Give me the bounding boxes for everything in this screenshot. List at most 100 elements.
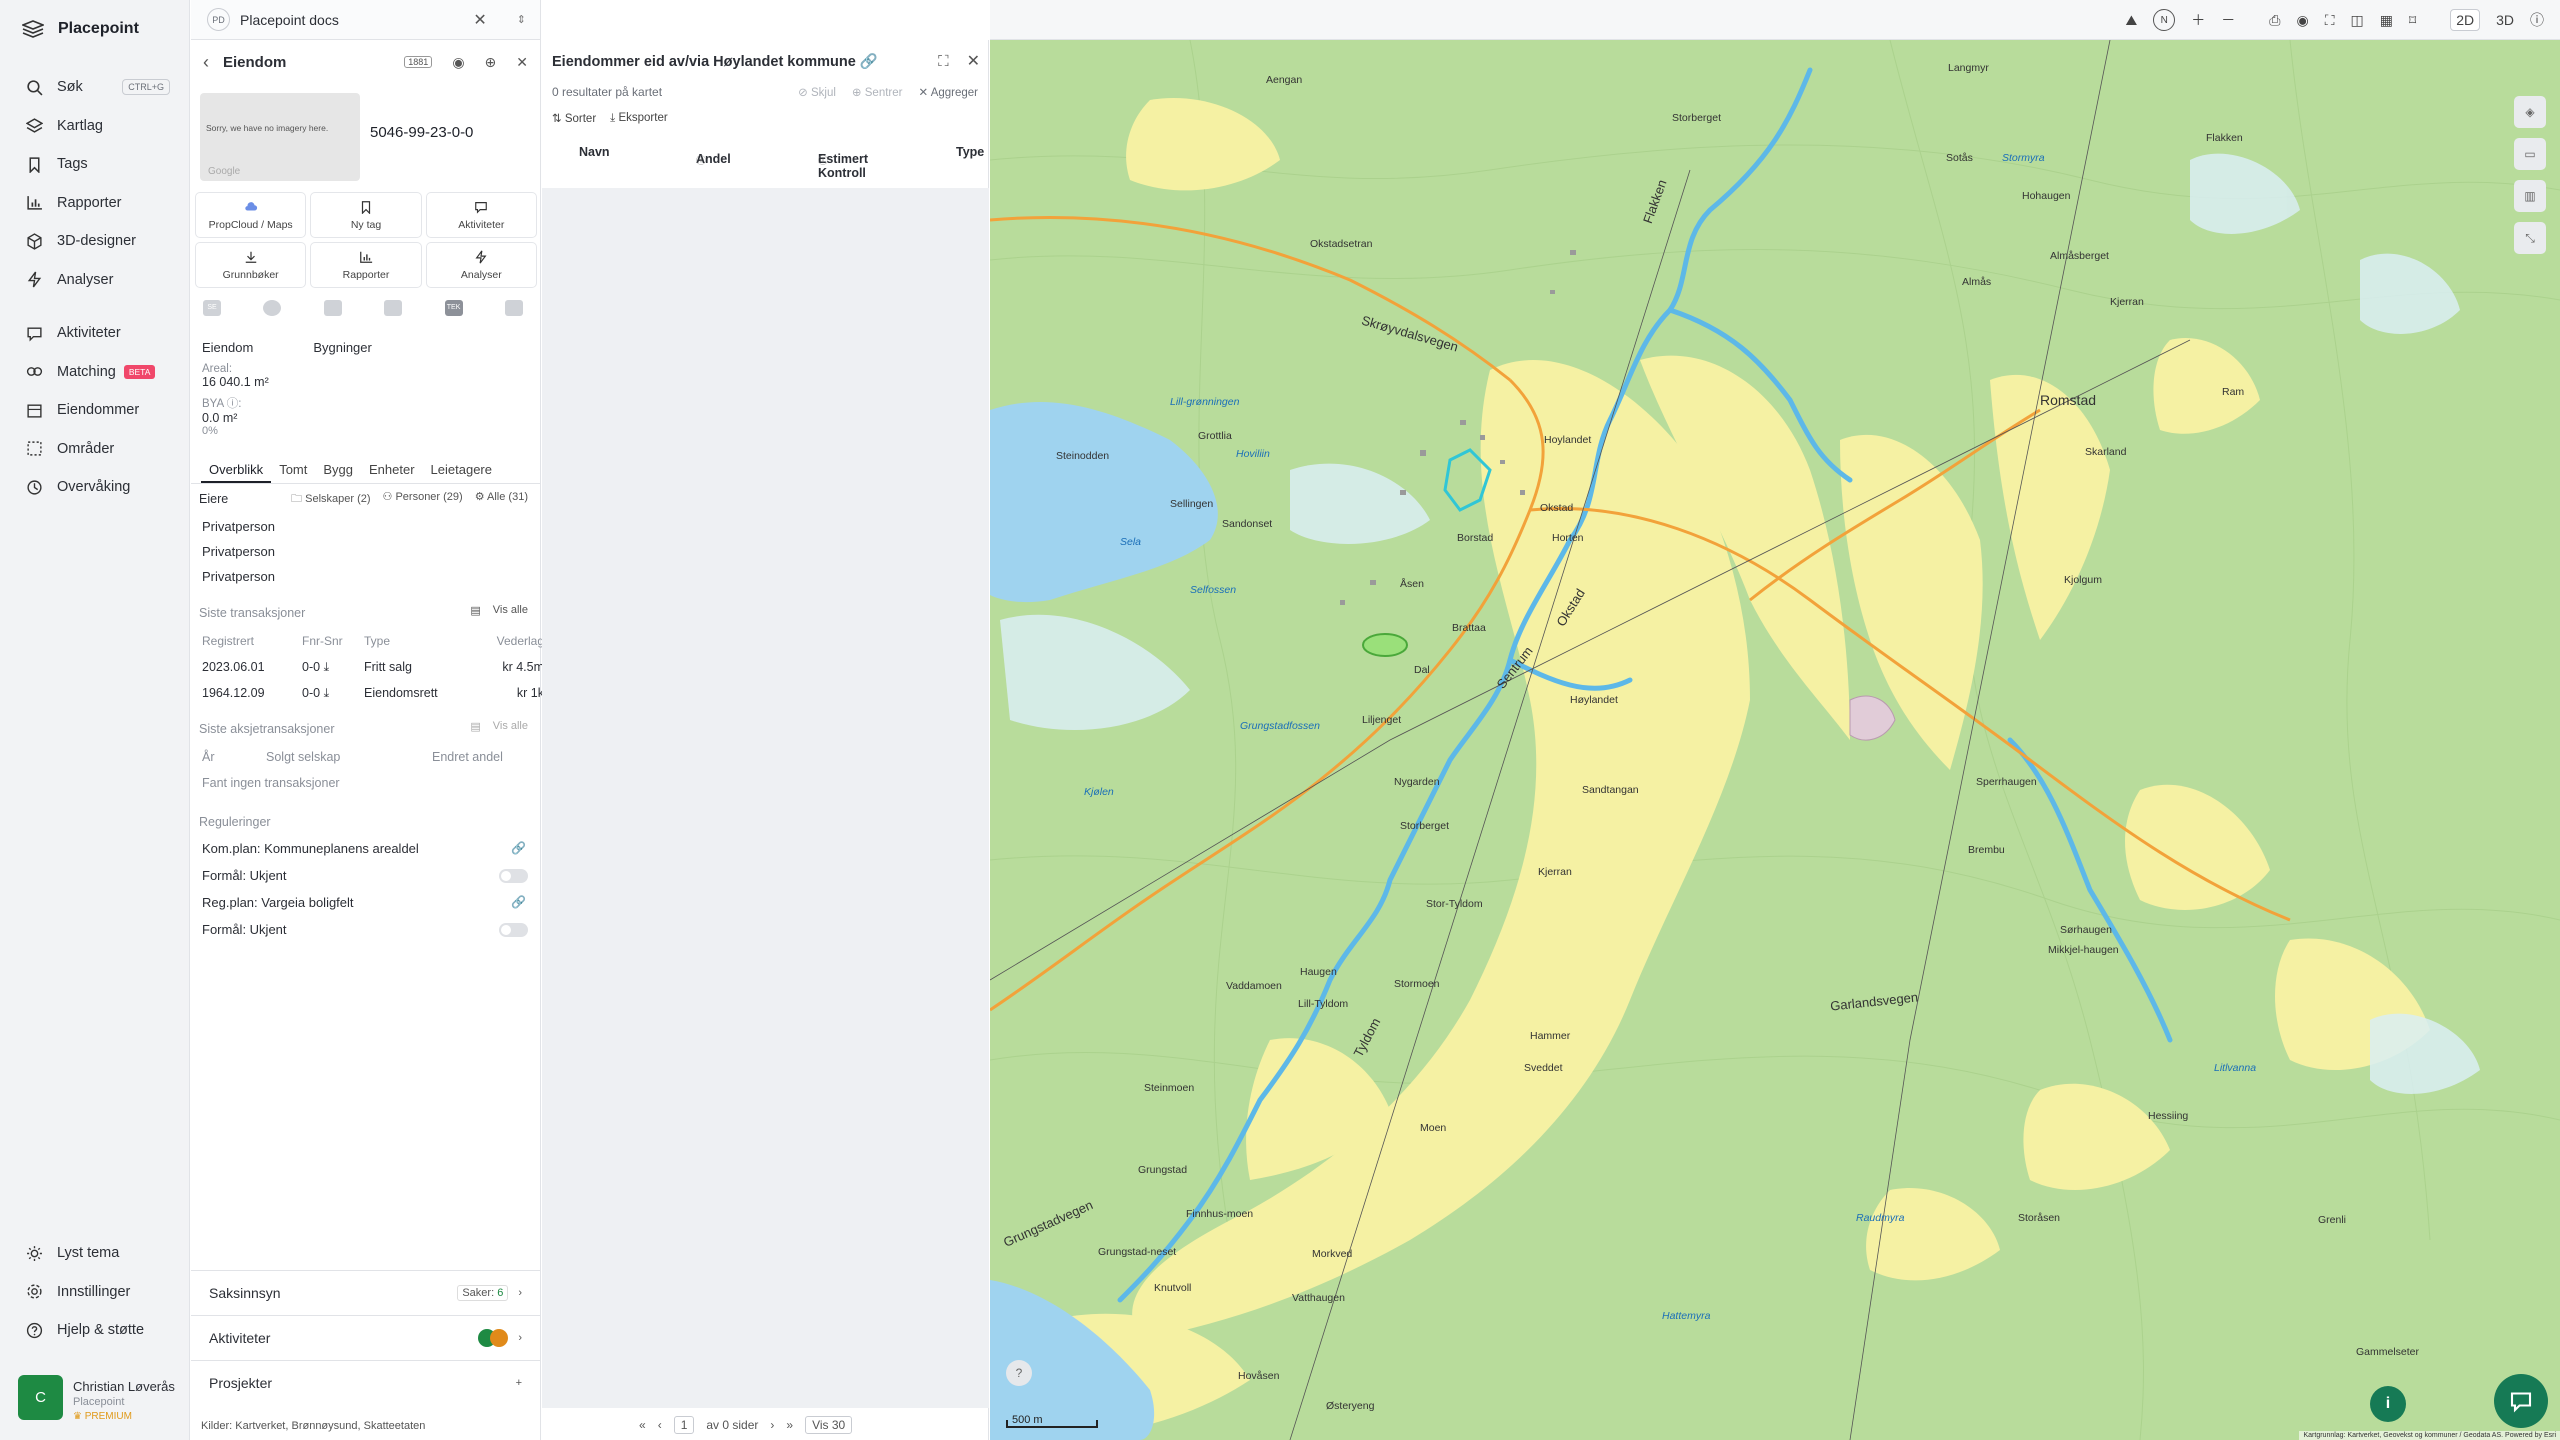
info-button[interactable]: i — [2370, 1386, 2406, 1422]
tab-overblikk[interactable]: Overblikk — [201, 458, 272, 483]
page-input[interactable]: 1 — [673, 1416, 695, 1434]
col-type[interactable]: Type — [956, 145, 984, 159]
brand[interactable]: Placepoint — [22, 20, 139, 38]
map-layers-icon[interactable]: ◈ — [2514, 96, 2546, 128]
share-show-all[interactable]: ▤ Vis alle — [470, 720, 528, 733]
sort-button[interactable]: ⇅ Sorter — [552, 111, 596, 125]
filter-persons[interactable]: ⚇ Personer (29) — [383, 490, 463, 509]
close-icon[interactable]: ✕ — [473, 10, 486, 30]
grunnboker-button[interactable]: Grunnbøker — [195, 242, 307, 288]
view-2d-button[interactable]: 2D — [2450, 9, 2481, 31]
tx-fnr[interactable]: 0-0 ⤓ — [302, 680, 364, 706]
nav-rapporter[interactable]: Rapporter — [0, 184, 190, 223]
view-3d-button[interactable]: 3D — [2496, 12, 2514, 28]
nav-overvaking[interactable]: Overvåking — [0, 468, 190, 507]
owner-row[interactable]: Privatperson — [191, 564, 540, 589]
info-icon[interactable]: ⓘ — [2530, 10, 2544, 30]
map-help-icon[interactable]: ? — [1006, 1360, 1032, 1386]
owner-row[interactable]: Privatperson — [191, 539, 540, 564]
workspace-title[interactable]: Placepoint docs — [240, 12, 463, 28]
badge-1881-icon[interactable]: 1881 — [404, 56, 433, 68]
stairs-icon[interactable] — [384, 300, 403, 316]
bookmark-icon[interactable]: ⌑ — [2409, 12, 2416, 29]
nav-innstillinger[interactable]: Innstillinger — [0, 1273, 190, 1312]
place-label: Steinmoen — [1144, 1082, 1195, 1094]
camera-icon[interactable]: ◫ — [2351, 12, 2364, 29]
eye-icon[interactable]: ◉ — [2297, 12, 2309, 29]
compass-icon[interactable]: N — [2153, 9, 2176, 31]
filter-companies[interactable]: 🗀 Selskaper (2) — [291, 490, 370, 509]
filter-all[interactable]: ⚙ Alle (31) — [475, 490, 528, 509]
first-page-icon[interactable]: « — [639, 1418, 646, 1432]
last-page-icon[interactable]: » — [786, 1418, 793, 1432]
aggregate-button[interactable]: ✕ Aggreger — [918, 85, 978, 99]
transactions-show-all[interactable]: ▤ Vis alle — [470, 604, 528, 617]
link-icon[interactable]: 🔗 — [511, 889, 526, 916]
tek-icon[interactable]: TEK — [444, 300, 463, 316]
close-icon[interactable]: ✕ — [967, 51, 980, 71]
nav-search[interactable]: Søk CTRL+G — [0, 68, 190, 107]
print-icon[interactable]: ⎙ — [2269, 12, 2280, 29]
close-icon[interactable]: ✕ — [516, 54, 528, 71]
globe-icon[interactable] — [263, 300, 282, 316]
add-project-button[interactable]: + — [516, 1377, 522, 1389]
nav-analyser[interactable]: Analyser — [0, 261, 190, 300]
col-navn[interactable]: Navn — [579, 145, 610, 159]
center-button[interactable]: ⊕ Sentrer — [852, 85, 903, 99]
tab-bygg[interactable]: Bygg — [315, 458, 361, 483]
terrain-icon[interactable]: ⛰ — [2126, 12, 2138, 29]
home-icon[interactable] — [504, 300, 523, 316]
eye-icon[interactable]: ◉ — [452, 54, 464, 71]
aktiviteter-row[interactable]: Aktiviteter › — [191, 1315, 540, 1360]
zoom-out-icon[interactable]: － — [2221, 10, 2235, 30]
nav-eiendommer[interactable]: Eiendommer — [0, 391, 190, 430]
nav-hjelp[interactable]: Hjelp & støtte — [0, 1311, 190, 1350]
map-canvas[interactable]: Langmyr Aengan Flakken Storberget Sotås … — [990, 40, 2560, 1440]
zoom-in-icon[interactable]: ＋ — [2191, 10, 2205, 30]
download-icon[interactable]: ⤓ — [324, 660, 330, 674]
user-profile[interactable]: C Christian Løverås Placepoint ♛ PREMIUM — [18, 1375, 175, 1422]
tab-leietagere[interactable]: Leietagere — [423, 458, 500, 483]
tab-tomt[interactable]: Tomt — [271, 458, 315, 483]
chat-support-button[interactable] — [2494, 1374, 2548, 1428]
nav-omrader[interactable]: Områder — [0, 430, 190, 469]
nav-tags[interactable]: Tags — [0, 145, 190, 184]
grid-icon[interactable]: ▦ — [2380, 12, 2393, 29]
expand-icon[interactable]: ⛶ — [938, 53, 949, 70]
analyser-button[interactable]: Analyser — [425, 242, 537, 288]
map-legend-icon[interactable]: ▭ — [2514, 138, 2546, 170]
rapporter-button[interactable]: Rapporter — [310, 242, 422, 288]
prev-page-icon[interactable]: ‹ — [658, 1418, 662, 1432]
nav-matching[interactable]: Matching BETA — [0, 353, 190, 392]
back-icon[interactable]: ‹ — [203, 52, 209, 73]
export-button[interactable]: ⤓ Eksporter — [610, 112, 668, 125]
map-measure-icon[interactable]: ⤡ — [2514, 222, 2546, 254]
owner-row[interactable]: Privatperson — [191, 514, 540, 539]
fullscreen-icon[interactable]: ⛶ — [2325, 12, 2335, 29]
page-size-select[interactable]: Vis 30 — [805, 1416, 853, 1434]
link-icon[interactable]: 🔗 — [511, 835, 526, 862]
next-page-icon[interactable]: › — [770, 1418, 774, 1432]
se-icon[interactable]: SE — [203, 300, 221, 316]
factory-icon[interactable] — [323, 300, 342, 316]
tab-enheter[interactable]: Enheter — [361, 458, 423, 483]
link-icon[interactable]: 🔗 — [860, 54, 878, 70]
regulation-toggle[interactable] — [499, 869, 528, 883]
nav-aktiviteter[interactable]: Aktiviteter — [0, 314, 190, 353]
map-chart-icon[interactable]: ▥ — [2514, 180, 2546, 212]
propcloud-button[interactable]: PropCloud / Maps — [195, 192, 307, 238]
add-icon[interactable]: ⊕ — [485, 54, 497, 71]
saksinnsyn-row[interactable]: Saksinnsyn Saker: 6 › — [191, 1270, 540, 1315]
topographic-map[interactable] — [990, 40, 2560, 1440]
chevron-updown-icon[interactable]: ⇕ — [517, 13, 526, 26]
nav-lyst-tema[interactable]: Lyst tema — [0, 1234, 190, 1273]
download-icon[interactable]: ⤓ — [324, 686, 330, 700]
ny-tag-button[interactable]: Ny tag — [310, 192, 422, 238]
aktiviteter-button[interactable]: Aktiviteter — [425, 192, 537, 238]
nav-3d-designer[interactable]: 3D-designer — [0, 222, 190, 261]
regulation-toggle[interactable] — [499, 923, 528, 937]
prosjekter-row[interactable]: Prosjekter + — [191, 1360, 540, 1405]
nav-kartlag[interactable]: Kartlag — [0, 107, 190, 146]
tx-fnr[interactable]: 0-0 ⤓ — [302, 654, 364, 680]
hide-button[interactable]: ⊘ Skjul — [798, 85, 836, 99]
